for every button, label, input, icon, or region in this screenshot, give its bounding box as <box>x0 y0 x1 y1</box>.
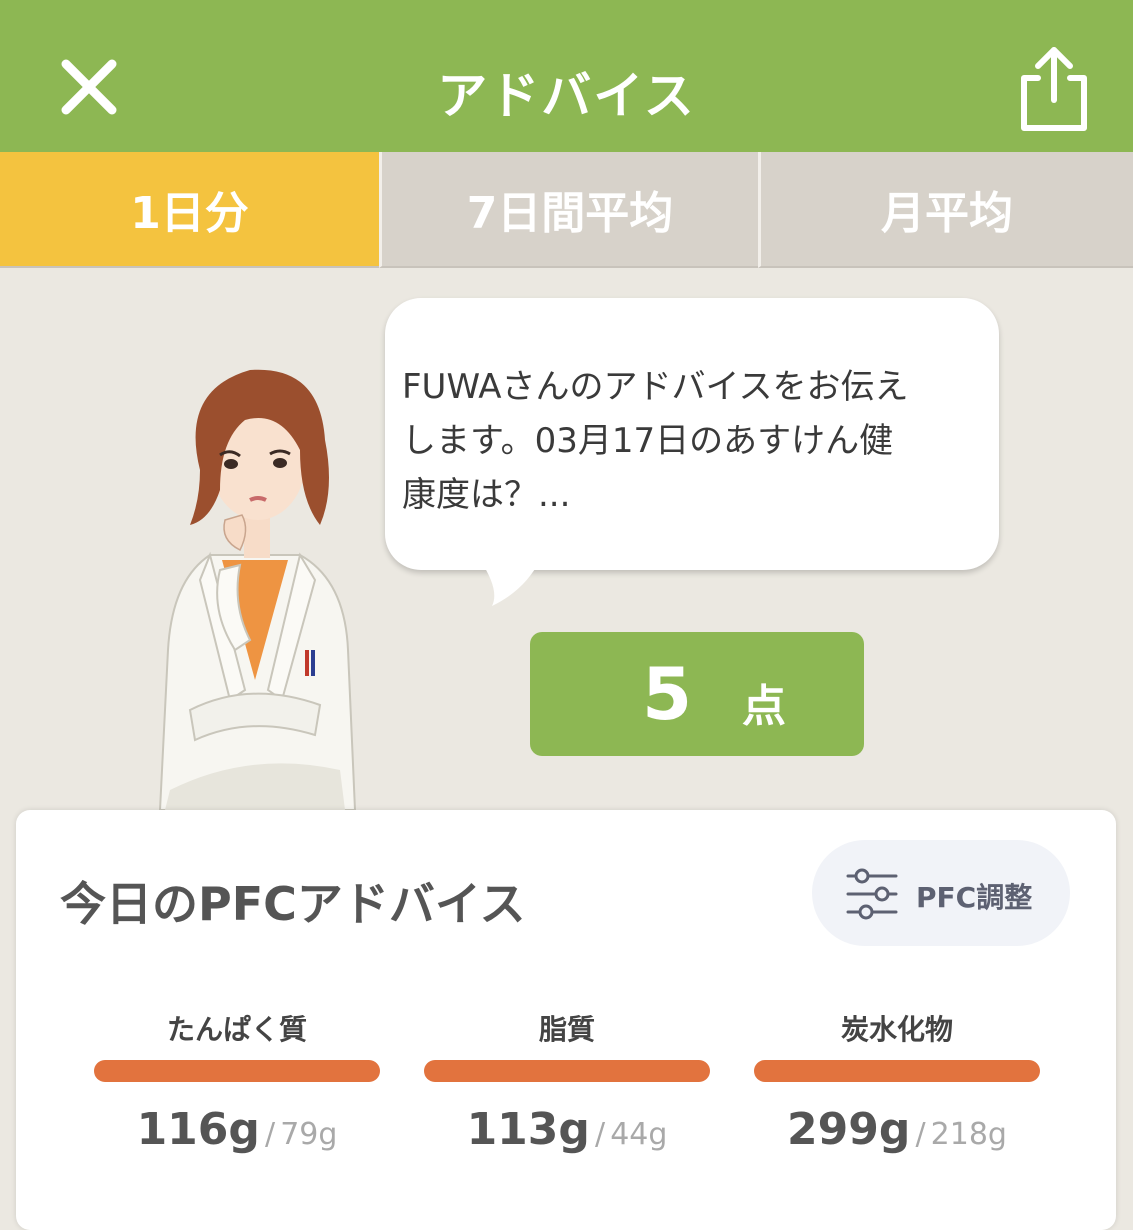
nutrient-values: 299g / 218g <box>754 1104 1040 1155</box>
nutrient-target: 79g <box>280 1117 338 1152</box>
health-score-badge: 5 点 <box>530 632 864 756</box>
app-header: アドバイス <box>0 0 1133 152</box>
nutrient-name: 脂質 <box>538 1013 595 1046</box>
nutrient-actual: 116g <box>136 1104 260 1155</box>
share-icon[interactable] <box>1016 44 1092 132</box>
nutrient-separator: / <box>595 1117 606 1152</box>
pfc-advice-card: 今日のPFCアドバイス PFC調整 たんぱく質 116g / 79g 脂質 11… <box>16 810 1116 1230</box>
score-value: 5 <box>642 652 693 736</box>
nutrient-fat: 脂質 113g / 44g <box>424 1008 710 1155</box>
pfc-card-title: 今日のPFCアドバイス <box>60 877 526 931</box>
period-tabs: 1日分 7日間平均 月平均 <box>0 152 1133 268</box>
nutrient-target: 218g <box>930 1117 1007 1152</box>
nutrient-target: 44g <box>610 1117 668 1152</box>
nutrient-bar <box>94 1060 380 1082</box>
score-unit: 点 <box>742 681 786 732</box>
pfc-adjust-button[interactable]: PFC調整 <box>812 840 1070 946</box>
nutrient-separator: / <box>915 1117 926 1152</box>
tab-7day-average[interactable]: 7日間平均 <box>379 152 758 268</box>
advice-message: FUWAさんのアドバイスをお伝え します。03月17日のあすけん健 康度は？..… <box>402 360 982 522</box>
pfc-adjust-label: PFC調整 <box>916 881 1033 914</box>
nutrient-separator: / <box>265 1117 276 1152</box>
nutrient-name: たんぱく質 <box>166 1013 307 1046</box>
advice-line: 康度は？... <box>402 475 571 515</box>
tab-daily[interactable]: 1日分 <box>0 152 379 268</box>
nutrient-name: 炭水化物 <box>840 1013 953 1046</box>
nutrient-values: 116g / 79g <box>94 1104 380 1155</box>
nutrient-carbohydrate: 炭水化物 299g / 218g <box>754 1008 1040 1155</box>
tab-monthly-average[interactable]: 月平均 <box>758 152 1133 268</box>
nutrient-protein: たんぱく質 116g / 79g <box>94 1008 380 1155</box>
advice-line: FUWAさんのアドバイスをお伝え <box>402 367 909 407</box>
nutrient-actual: 113g <box>466 1104 590 1155</box>
dietitian-illustration <box>158 369 357 810</box>
nutrient-actual: 299g <box>787 1104 911 1155</box>
sliders-icon <box>846 868 898 920</box>
advice-line: します。03月17日のあすけん健 <box>402 421 894 461</box>
speech-bubble-tail <box>480 560 540 606</box>
nutrient-bar <box>754 1060 1040 1082</box>
nutrient-bar <box>424 1060 710 1082</box>
page-title: アドバイス <box>437 67 696 125</box>
nutrient-values: 113g / 44g <box>424 1104 710 1155</box>
